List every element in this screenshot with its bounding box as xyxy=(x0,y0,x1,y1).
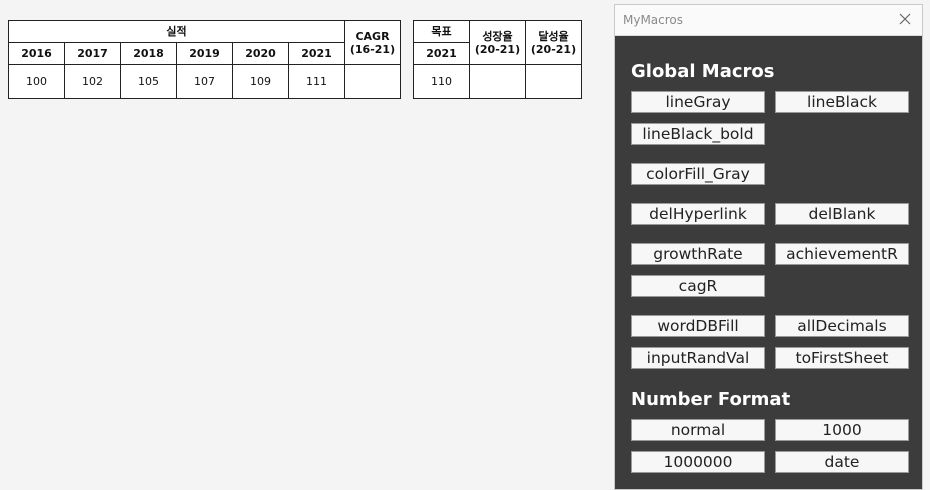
achievement-header-period: (20-21) xyxy=(530,42,577,56)
year-header-cell[interactable]: 2019 xyxy=(176,42,233,65)
actual-results-table: 실적 CAGR (16-21) 2016 2017 2018 2019 2020… xyxy=(8,20,401,99)
macro-button-inputrandval[interactable]: inputRandVal xyxy=(631,347,765,369)
target-table: 목표 성장율 (20-21) 달성율 (20-21) 2021 110 xyxy=(413,20,582,99)
cagr-header-label: CAGR xyxy=(355,29,390,43)
macro-button-linegray[interactable]: lineGray xyxy=(631,91,765,113)
macro-button-colorfill-gray[interactable]: colorFill_Gray xyxy=(631,163,765,185)
global-macros-title: Global Macros xyxy=(631,61,775,82)
actual-value-cell[interactable]: 109 xyxy=(232,64,289,99)
growth-header-label: 성장율 xyxy=(482,29,513,43)
growth-header-cell[interactable]: 성장율 (20-21) xyxy=(469,20,526,65)
actual-value-cell[interactable]: 102 xyxy=(64,64,121,99)
cagr-value-cell[interactable] xyxy=(344,64,401,99)
macro-button-cagr[interactable]: cagR xyxy=(631,275,765,297)
target-value-cell[interactable]: 110 xyxy=(413,64,470,99)
macro-button-lineblack[interactable]: lineBlack xyxy=(775,91,909,113)
cagr-header-period: (16-21) xyxy=(349,42,396,56)
macro-button-lineblack-bold[interactable]: lineBlack_bold xyxy=(631,123,765,145)
number-format-title: Number Format xyxy=(631,389,791,410)
year-header-cell[interactable]: 2016 xyxy=(8,42,65,65)
achievement-header-label: 달성율 xyxy=(538,29,569,43)
macro-button-delhyperlink[interactable]: delHyperlink xyxy=(631,203,765,225)
macro-button-growthrate[interactable]: growthRate xyxy=(631,243,765,265)
macro-button-alldecimals[interactable]: allDecimals xyxy=(775,315,909,337)
year-header-cell[interactable]: 2021 xyxy=(288,42,345,65)
macro-button-tofirstsheet[interactable]: toFirstSheet xyxy=(775,347,909,369)
format-button-date[interactable]: date xyxy=(775,451,909,473)
year-header-cell[interactable]: 2020 xyxy=(232,42,289,65)
panel-title: MyMacros xyxy=(623,13,684,27)
year-header-cell[interactable]: 2018 xyxy=(120,42,177,65)
target-year-cell[interactable]: 2021 xyxy=(413,42,470,65)
actual-value-cell[interactable]: 105 xyxy=(120,64,177,99)
format-button-1000000[interactable]: 1000000 xyxy=(631,451,765,473)
macro-button-delblank[interactable]: delBlank xyxy=(775,203,909,225)
close-icon[interactable] xyxy=(896,10,914,28)
target-header[interactable]: 목표 xyxy=(413,20,470,43)
panel-titlebar[interactable]: MyMacros xyxy=(615,5,922,36)
actual-value-cell[interactable]: 100 xyxy=(8,64,65,99)
results-group-header[interactable]: 실적 xyxy=(8,20,345,43)
format-button-1000[interactable]: 1000 xyxy=(775,419,909,441)
actual-value-cell[interactable]: 107 xyxy=(176,64,233,99)
year-header-cell[interactable]: 2017 xyxy=(64,42,121,65)
macro-button-achievementr[interactable]: achievementR xyxy=(775,243,909,265)
macro-button-worddbfill[interactable]: wordDBFill xyxy=(631,315,765,337)
achievement-header-cell[interactable]: 달성율 (20-21) xyxy=(525,20,582,65)
actual-value-cell[interactable]: 111 xyxy=(288,64,345,99)
growth-value-cell[interactable] xyxy=(469,64,526,99)
achievement-value-cell[interactable] xyxy=(525,64,582,99)
cagr-header-cell[interactable]: CAGR (16-21) xyxy=(344,20,401,65)
format-button-normal[interactable]: normal xyxy=(631,419,765,441)
mymacros-panel: MyMacros Global Macros lineGray lineBlac… xyxy=(614,4,923,490)
growth-header-period: (20-21) xyxy=(474,42,521,56)
